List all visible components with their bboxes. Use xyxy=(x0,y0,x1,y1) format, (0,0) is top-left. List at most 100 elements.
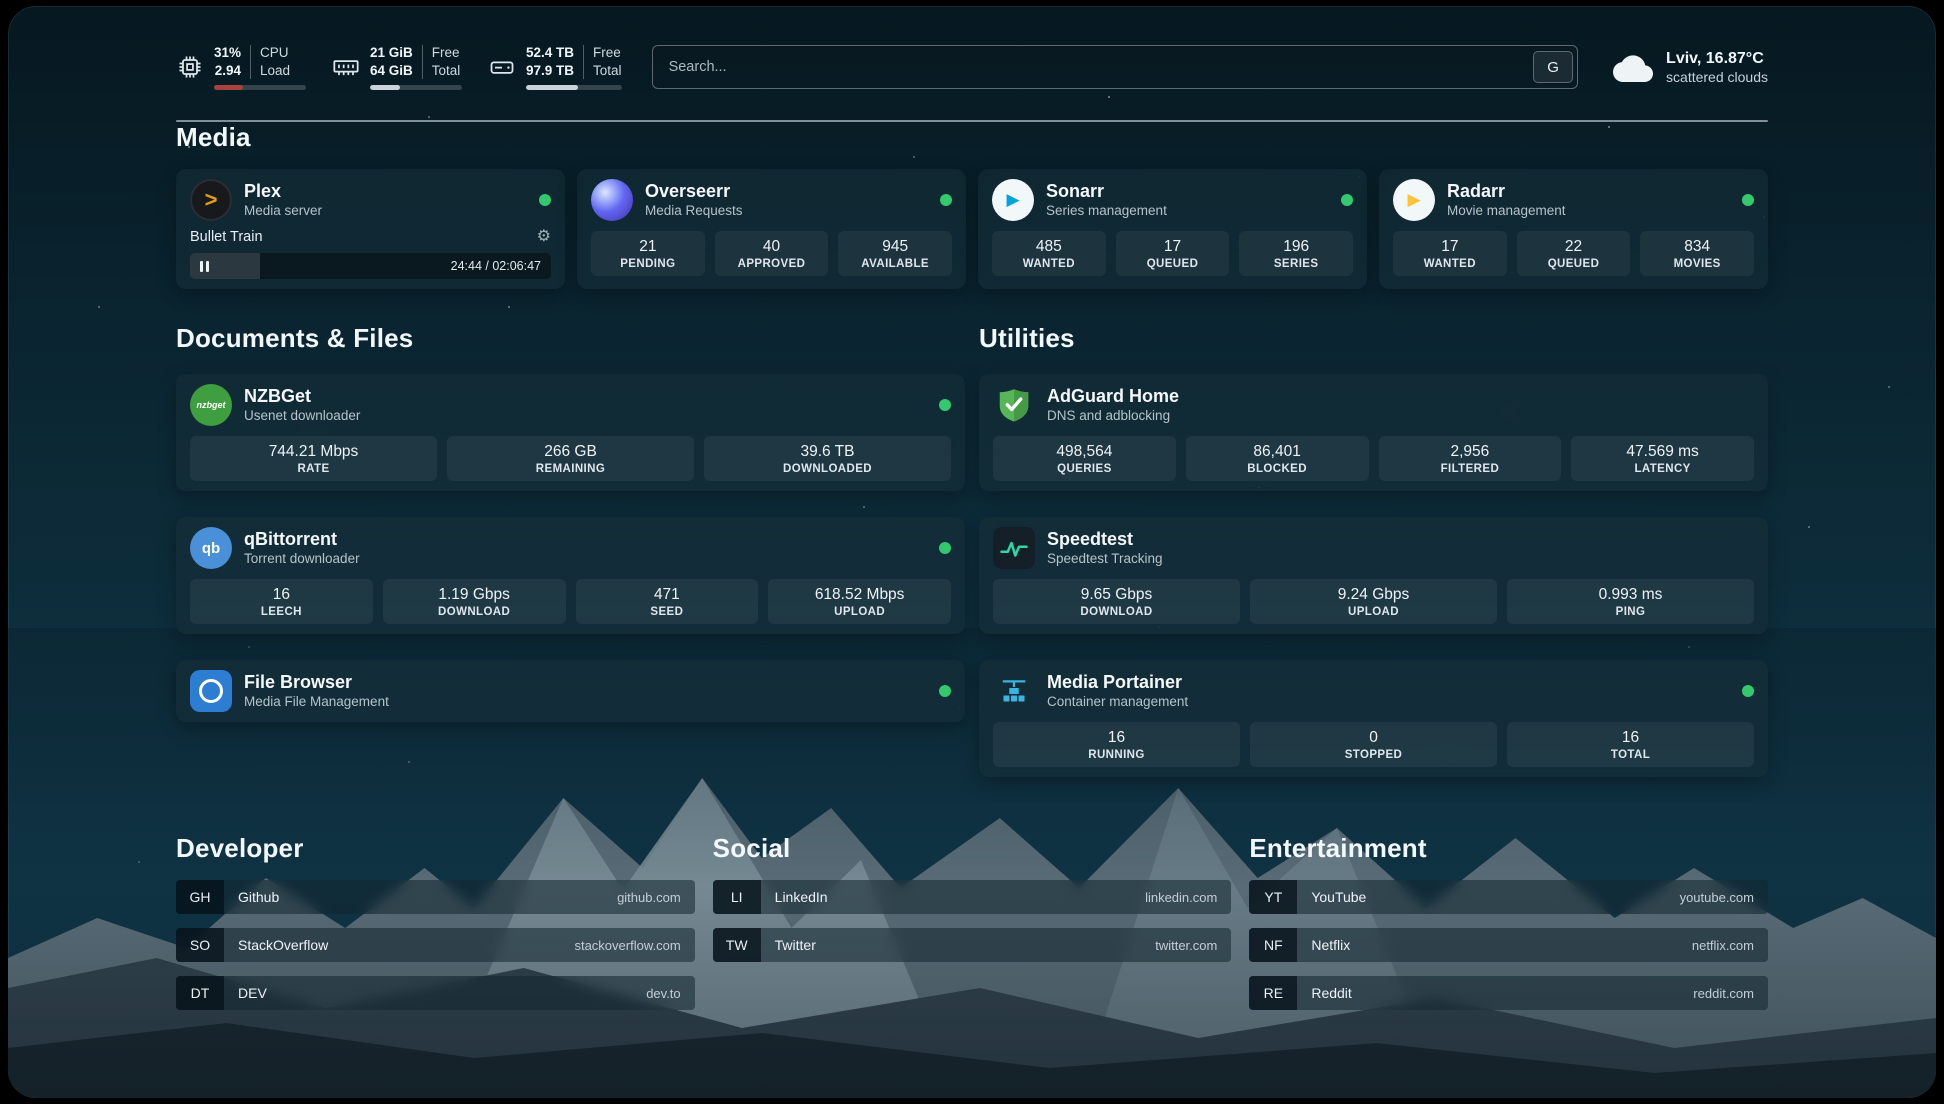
bookmark-stackoverflow[interactable]: SO StackOverflow stackoverflow.com xyxy=(176,928,695,962)
load-label: Load xyxy=(260,62,290,80)
bookmark-abbr: TW xyxy=(713,928,761,962)
filebrowser-icon xyxy=(190,670,232,712)
app-card-plex[interactable]: > Plex Media server Bullet Train ⚙ 24:44… xyxy=(176,169,565,289)
pause-icon[interactable] xyxy=(200,261,209,272)
bookmark-column-developer: Developer GH Github github.com SO StackO… xyxy=(176,833,695,1010)
app-subtitle: Movie management xyxy=(1447,202,1566,220)
stat-tile-download: 9.65 GbpsDOWNLOAD xyxy=(993,579,1240,624)
app-card-speedtest[interactable]: Speedtest Speedtest Tracking 9.65 GbpsDO… xyxy=(979,517,1768,634)
bookmark-github[interactable]: GH Github github.com xyxy=(176,880,695,914)
bookmark-reddit[interactable]: RE Reddit reddit.com xyxy=(1249,976,1768,1010)
stat-tile-rate: 744.21 MbpsRATE xyxy=(190,436,437,481)
bookmark-abbr: LI xyxy=(713,880,761,914)
stat-tile-available: 945AVAILABLE xyxy=(838,231,952,276)
app-subtitle: Usenet downloader xyxy=(244,407,360,425)
documents-column: Documents & Files nzbget NZBGet Usenet d… xyxy=(176,323,965,722)
app-card-qbittorrent[interactable]: qb qBittorrent Torrent downloader 16LEEC… xyxy=(176,517,965,634)
app-card-adguard[interactable]: AdGuard Home DNS and adblocking 498,564Q… xyxy=(979,374,1768,491)
section-title-media: Media xyxy=(176,122,1768,153)
plex-icon: > xyxy=(190,179,232,221)
bookmark-dev[interactable]: DT DEV dev.to xyxy=(176,976,695,1010)
app-subtitle: Media server xyxy=(244,202,322,220)
bookmark-abbr: YT xyxy=(1249,880,1297,914)
bookmark-url: netflix.com xyxy=(1692,938,1754,953)
disk-progress-bar xyxy=(526,85,622,90)
overseerr-icon xyxy=(591,179,633,221)
stat-tile-pending: 21PENDING xyxy=(591,231,705,276)
bookmark-section: Developer GH Github github.com SO StackO… xyxy=(176,833,1768,1010)
top-bar: 31% 2.94 CPU Load xyxy=(176,40,1768,94)
status-dot xyxy=(1742,685,1754,697)
cpu-usage-widget: 31% 2.94 CPU Load xyxy=(176,44,306,90)
cpu-chip-icon xyxy=(176,53,204,81)
divider xyxy=(422,45,423,79)
stat-tile-queued: 22QUEUED xyxy=(1517,231,1631,276)
ram-icon xyxy=(332,53,360,81)
app-name: qBittorrent xyxy=(244,528,360,551)
disk-free: 52.4 TB xyxy=(526,44,574,62)
status-dot xyxy=(1742,194,1754,206)
stat-tile-stopped: 0STOPPED xyxy=(1250,722,1497,767)
bookmark-url: linkedin.com xyxy=(1145,890,1217,905)
stat-tile-upload: 9.24 GbpsUPLOAD xyxy=(1250,579,1497,624)
app-subtitle: Container management xyxy=(1047,693,1188,711)
search-engine-button[interactable]: G xyxy=(1533,51,1573,83)
stat-tile-movies: 834MOVIES xyxy=(1640,231,1754,276)
bookmark-column-social: Social LI LinkedIn linkedin.com TW Twitt… xyxy=(713,833,1232,1010)
search-input[interactable] xyxy=(653,59,1529,75)
system-stats: 31% 2.94 CPU Load xyxy=(176,44,622,90)
bookmark-youtube[interactable]: YT YouTube youtube.com xyxy=(1249,880,1768,914)
section-title-developer: Developer xyxy=(176,833,695,864)
cpu-percent: 31% xyxy=(214,44,241,62)
stat-tile-total: 16TOTAL xyxy=(1507,722,1754,767)
stat-tile-filtered: 2,956FILTERED xyxy=(1379,436,1562,481)
bookmark-name: DEV xyxy=(238,985,267,1001)
app-name: NZBGet xyxy=(244,385,360,408)
portainer-crane-icon xyxy=(993,670,1035,712)
stat-tile-running: 16RUNNING xyxy=(993,722,1240,767)
free-label: Free xyxy=(432,44,461,62)
stat-tile-download: 1.19 GbpsDOWNLOAD xyxy=(383,579,566,624)
divider xyxy=(583,45,584,79)
bookmark-abbr: GH xyxy=(176,880,224,914)
app-name: Radarr xyxy=(1447,180,1566,203)
weather-condition: scattered clouds xyxy=(1666,69,1768,85)
app-card-overseerr[interactable]: Overseerr Media Requests 21PENDING 40APP… xyxy=(577,169,966,289)
speedtest-waveform-icon xyxy=(993,527,1035,569)
app-name: Sonarr xyxy=(1046,180,1167,203)
app-card-filebrowser[interactable]: File Browser Media File Management xyxy=(176,660,965,722)
qbittorrent-icon: qb xyxy=(190,527,232,569)
bookmark-netflix[interactable]: NF Netflix netflix.com xyxy=(1249,928,1768,962)
bookmark-linkedin[interactable]: LI LinkedIn linkedin.com xyxy=(713,880,1232,914)
stat-tile-ping: 0.993 msPING xyxy=(1507,579,1754,624)
cpu-load: 2.94 xyxy=(215,62,241,80)
app-subtitle: Torrent downloader xyxy=(244,550,360,568)
status-dot xyxy=(539,194,551,206)
app-name: Overseerr xyxy=(645,180,743,203)
app-card-portainer[interactable]: Media Portainer Container management 16R… xyxy=(979,660,1768,777)
settings-gear-icon[interactable]: ⚙ xyxy=(537,229,551,245)
bookmark-url: reddit.com xyxy=(1693,986,1754,1001)
status-dot xyxy=(939,399,951,411)
playback-progress-bar[interactable]: 24:44 / 02:06:47 xyxy=(190,253,551,279)
weather-widget: Lviv, 16.87°C scattered clouds xyxy=(1612,49,1768,86)
stat-tile-upload: 618.52 MbpsUPLOAD xyxy=(768,579,951,624)
search-bar: G xyxy=(652,45,1578,89)
stat-tile-wanted: 485WANTED xyxy=(992,231,1106,276)
status-dot xyxy=(1341,194,1353,206)
app-name: Media Portainer xyxy=(1047,671,1188,694)
bookmark-twitter[interactable]: TW Twitter twitter.com xyxy=(713,928,1232,962)
total-label: Total xyxy=(432,62,461,80)
app-subtitle: Media Requests xyxy=(645,202,743,220)
stat-tile-seed: 471SEED xyxy=(576,579,759,624)
bookmark-name: LinkedIn xyxy=(775,889,828,905)
app-card-nzbget[interactable]: nzbget NZBGet Usenet downloader 744.21 M… xyxy=(176,374,965,491)
bookmark-url: dev.to xyxy=(646,986,680,1001)
app-name: Speedtest xyxy=(1047,528,1163,551)
app-card-radarr[interactable]: ▶ Radarr Movie management 17WANTED 22QUE… xyxy=(1379,169,1768,289)
stat-tile-queries: 498,564QUERIES xyxy=(993,436,1176,481)
memory-widget: 21 GiB 64 GiB Free Total xyxy=(332,44,462,90)
status-dot xyxy=(939,542,951,554)
app-card-sonarr[interactable]: ▶ Sonarr Series management 485WANTED 17Q… xyxy=(978,169,1367,289)
app-name: AdGuard Home xyxy=(1047,385,1179,408)
